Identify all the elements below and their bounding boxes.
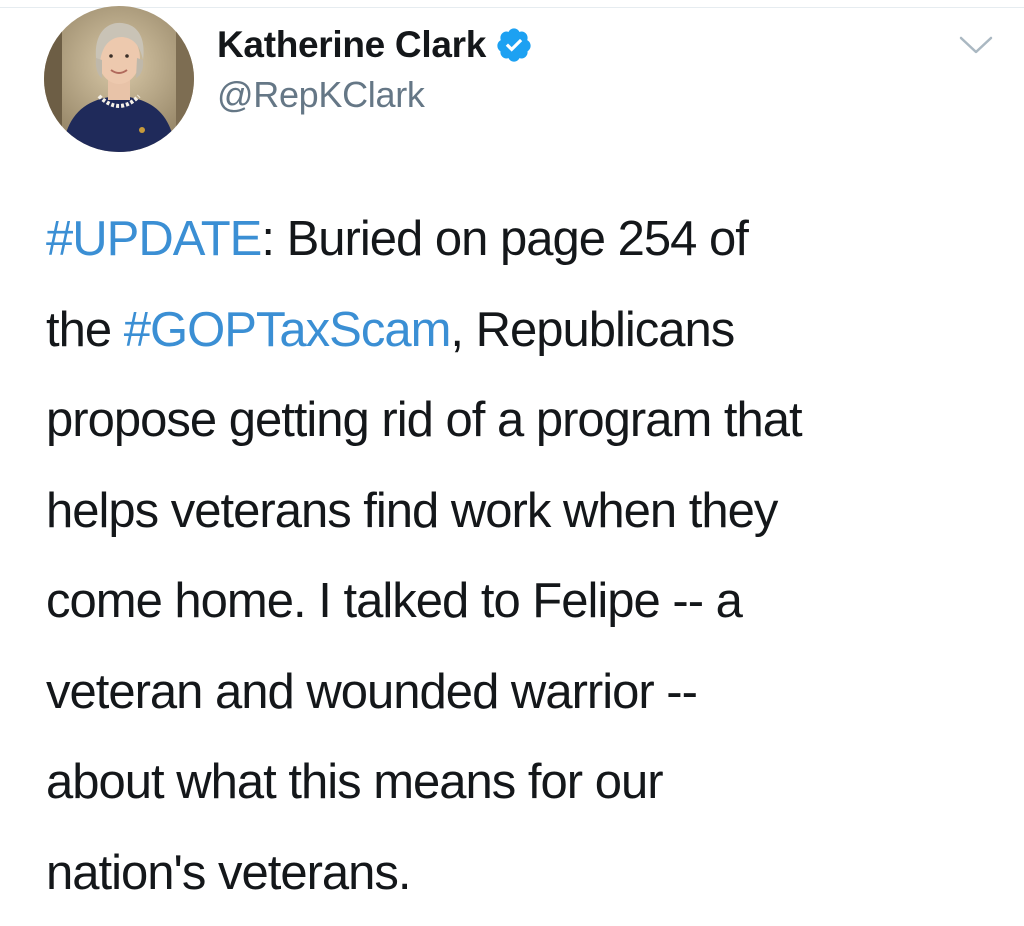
display-name[interactable]: Katherine Clark [217, 24, 486, 66]
tweet-text-segment: the [46, 302, 124, 357]
tweet-text-line: #UPDATE: Buried on page 254 of [46, 194, 1006, 285]
hashtag-link[interactable]: #GOPTaxScam [124, 303, 452, 357]
tweet-text-line: veteran and wounded warrior -- [46, 647, 1006, 738]
name-row: Katherine Clark [217, 20, 533, 70]
tweet-text-segment: about what this means for our [46, 755, 664, 809]
avatar-photo [44, 6, 194, 152]
tweet-text-segment: , Republicans [450, 302, 735, 357]
tweet: Katherine Clark @RepKClark #UPDATE: Buri… [0, 0, 1024, 926]
tweet-text-segment: nation's veterans. [46, 845, 412, 900]
chevron-down-icon[interactable] [958, 34, 994, 56]
tweet-text-segment: propose getting rid of a program that [46, 393, 803, 447]
tweet-text-line: come home. I talked to Felipe -- a [46, 556, 1006, 647]
tweet-text-line: nation's veterans. [46, 828, 1006, 919]
tweet-text: #UPDATE: Buried on page 254 of the #GOPTa… [46, 194, 1006, 918]
verified-badge-icon [495, 26, 533, 64]
tweet-text-segment: : Buried on page 254 of [261, 212, 748, 266]
tweet-text-segment: veteran and wounded warrior -- [46, 664, 698, 719]
tweet-text-segment: helps veterans find work when they [46, 483, 778, 538]
tweet-text-line: the #GOPTaxScam, Republicans [46, 285, 1006, 376]
tweet-text-line: about what this means for our [46, 737, 1006, 828]
avatar[interactable] [44, 6, 194, 152]
hashtag-link[interactable]: #UPDATE [46, 212, 262, 266]
user-handle[interactable]: @RepKClark [217, 74, 533, 116]
tweet-text-line: helps veterans find work when they [46, 466, 1006, 557]
tweet-text-line: propose getting rid of a program that [46, 375, 1006, 466]
author-block: Katherine Clark @RepKClark [217, 20, 533, 116]
tweet-text-segment: come home. I talked to Felipe -- a [46, 574, 743, 628]
